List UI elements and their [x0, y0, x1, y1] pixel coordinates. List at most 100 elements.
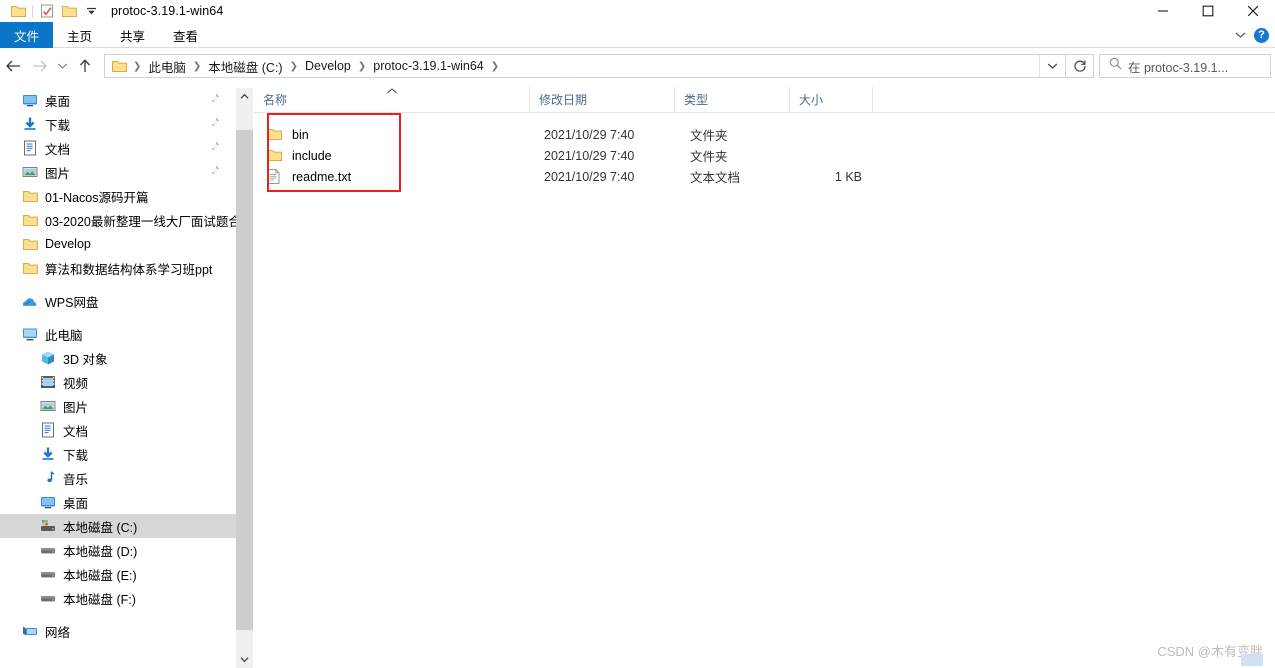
file-date-cell: 2021/10/29 7:40	[544, 169, 635, 184]
sidebar-item-label: WPS网盘	[45, 295, 99, 310]
sidebar-item-label: 本地磁盘 (F:)	[63, 592, 136, 607]
properties-icon[interactable]	[36, 1, 58, 21]
sort-ascending-icon	[386, 87, 397, 96]
help-icon[interactable]	[1254, 27, 1269, 43]
toolbar-divider	[32, 4, 33, 18]
window-controls	[1140, 0, 1275, 22]
table-row[interactable]: bin 2021/10/29 7:40 文件夹	[254, 124, 1275, 145]
navigation-pane-scrollbar[interactable]	[236, 88, 253, 668]
sidebar-item-pictures[interactable]: 图片	[0, 394, 236, 418]
folder-icon	[22, 212, 38, 228]
sidebar-item-label: 下载	[45, 118, 71, 133]
file-name-label: readme.txt	[292, 169, 352, 184]
sidebar-item-videos[interactable]: 视频	[0, 370, 236, 394]
pin-icon[interactable]	[208, 164, 222, 178]
sidebar-item-local-disk-f[interactable]: 本地磁盘 (F:)	[0, 586, 236, 610]
folder-icon[interactable]	[7, 1, 29, 21]
address-bar[interactable]: ❯ 此电脑 ❯ 本地磁盘 (C:) ❯ Develop ❯ protoc-3.1…	[104, 54, 1066, 78]
sidebar-item-this-pc[interactable]: 此电脑	[0, 322, 236, 346]
sidebar-item-3d-objects[interactable]: 3D 对象	[0, 346, 236, 370]
sidebar-item-nacos-folder[interactable]: 01-Nacos源码开篇	[0, 184, 236, 208]
sidebar-item-music[interactable]: 音乐	[0, 466, 236, 490]
breadcrumb-separator[interactable]: ❯	[189, 61, 205, 72]
sidebar-item-local-disk-e[interactable]: 本地磁盘 (E:)	[0, 562, 236, 586]
breadcrumb-item-local-disk-c[interactable]: 本地磁盘 (C:)	[205, 57, 285, 76]
address-dropdown-icon[interactable]	[1039, 55, 1065, 77]
customize-dropdown-icon[interactable]	[80, 1, 102, 21]
column-header-label: 大小	[799, 93, 824, 107]
column-headers: 名称 修改日期 类型 大小	[254, 87, 1275, 113]
file-name-cell[interactable]: readme.txt	[254, 169, 530, 185]
sidebar-item-label: 音乐	[63, 472, 89, 487]
maximize-button[interactable]	[1185, 0, 1230, 22]
sidebar-item-label: 文档	[63, 424, 89, 439]
column-header-size[interactable]: 大小	[790, 87, 873, 112]
breadcrumb-separator[interactable]: ❯	[487, 61, 503, 72]
sidebar-item-documents[interactable]: 文档	[0, 418, 236, 442]
file-list-pane: 名称 修改日期 类型 大小 bin 2021/10/29 7:40 文件夹 in…	[254, 87, 1275, 668]
breadcrumb: ❯ 此电脑 ❯ 本地磁盘 (C:) ❯ Develop ❯ protoc-3.1…	[105, 57, 1039, 76]
breadcrumb-item-this-pc[interactable]: 此电脑	[145, 57, 189, 76]
table-row[interactable]: readme.txt 2021/10/29 7:40 文本文档 1 KB	[254, 166, 1275, 187]
file-name-cell[interactable]: include	[254, 148, 530, 164]
up-button[interactable]	[72, 51, 98, 81]
tab-share[interactable]: 共享	[106, 22, 159, 48]
scrollbar-thumb[interactable]	[236, 130, 253, 630]
new-folder-icon[interactable]	[58, 1, 80, 21]
search-placeholder: 在 protoc-3.19.1...	[1128, 60, 1229, 75]
pin-icon[interactable]	[208, 140, 222, 154]
forward-button[interactable]	[26, 51, 52, 81]
file-name-cell[interactable]: bin	[254, 127, 530, 143]
pin-icon[interactable]	[208, 116, 222, 130]
folder-icon	[22, 236, 38, 252]
recent-locations-button[interactable]	[52, 51, 72, 81]
desktop-icon	[22, 92, 38, 108]
minimize-button[interactable]	[1140, 0, 1185, 22]
column-header-label: 修改日期	[539, 93, 588, 107]
table-row[interactable]: include 2021/10/29 7:40 文件夹	[254, 145, 1275, 166]
breadcrumb-separator[interactable]: ❯	[354, 61, 370, 72]
pictures-icon	[40, 398, 56, 414]
breadcrumb-item-protoc[interactable]: protoc-3.19.1-win64	[370, 59, 486, 73]
breadcrumb-separator[interactable]: ❯	[129, 61, 145, 72]
downloads-icon	[22, 116, 38, 132]
sidebar-item-network[interactable]: 网络	[0, 619, 236, 643]
breadcrumb-separator[interactable]: ❯	[286, 61, 302, 72]
breadcrumb-folder-icon[interactable]	[110, 60, 129, 73]
close-button[interactable]	[1230, 0, 1275, 22]
documents-icon	[40, 422, 56, 438]
sidebar-item-documents-quick[interactable]: 文档	[0, 136, 236, 160]
sidebar-item-algorithm-folder[interactable]: 算法和数据结构体系学习班ppt	[0, 256, 236, 280]
scroll-down-icon[interactable]	[236, 651, 253, 668]
refresh-button[interactable]	[1066, 54, 1094, 78]
sidebar-item-pictures-quick[interactable]: 图片	[0, 160, 236, 184]
chevron-down-icon[interactable]	[1228, 22, 1252, 48]
sidebar-item-local-disk-c[interactable]: 本地磁盘 (C:)	[0, 514, 236, 538]
sidebar-item-desktop[interactable]: 桌面	[0, 490, 236, 514]
sidebar-item-label: 本地磁盘 (E:)	[63, 568, 137, 583]
pin-icon[interactable]	[208, 92, 222, 106]
column-header-date[interactable]: 修改日期	[530, 87, 675, 112]
navigation-bar: ❯ 此电脑 ❯ 本地磁盘 (C:) ❯ Develop ❯ protoc-3.1…	[0, 49, 1275, 83]
sidebar-item-label: 此电脑	[45, 328, 83, 343]
file-list-top-gap	[254, 113, 1275, 124]
sidebar-item-local-disk-d[interactable]: 本地磁盘 (D:)	[0, 538, 236, 562]
scroll-up-icon[interactable]	[236, 88, 253, 105]
sidebar-item-downloads[interactable]: 下载	[0, 442, 236, 466]
sidebar-item-develop-folder[interactable]: Develop	[0, 232, 236, 256]
sidebar-item-wps-cloud[interactable]: WPS网盘	[0, 289, 236, 313]
search-input[interactable]: 在 protoc-3.19.1...	[1099, 54, 1271, 78]
column-header-name[interactable]: 名称	[254, 87, 530, 112]
sidebar-item-downloads-quick[interactable]: 下载	[0, 112, 236, 136]
back-button[interactable]	[0, 51, 26, 81]
tab-view[interactable]: 查看	[159, 22, 212, 48]
column-header-type[interactable]: 类型	[675, 87, 790, 112]
file-date-cell: 2021/10/29 7:40	[544, 148, 635, 163]
sidebar-item-label: 桌面	[45, 94, 71, 109]
sidebar-item-desktop-quick[interactable]: 桌面	[0, 88, 236, 112]
breadcrumb-item-develop[interactable]: Develop	[302, 59, 354, 73]
sidebar-item-interview-folder[interactable]: 03-2020最新整理一线大厂面试题合	[0, 208, 236, 232]
tab-home[interactable]: 主页	[53, 22, 106, 48]
tab-file[interactable]: 文件	[0, 22, 54, 48]
